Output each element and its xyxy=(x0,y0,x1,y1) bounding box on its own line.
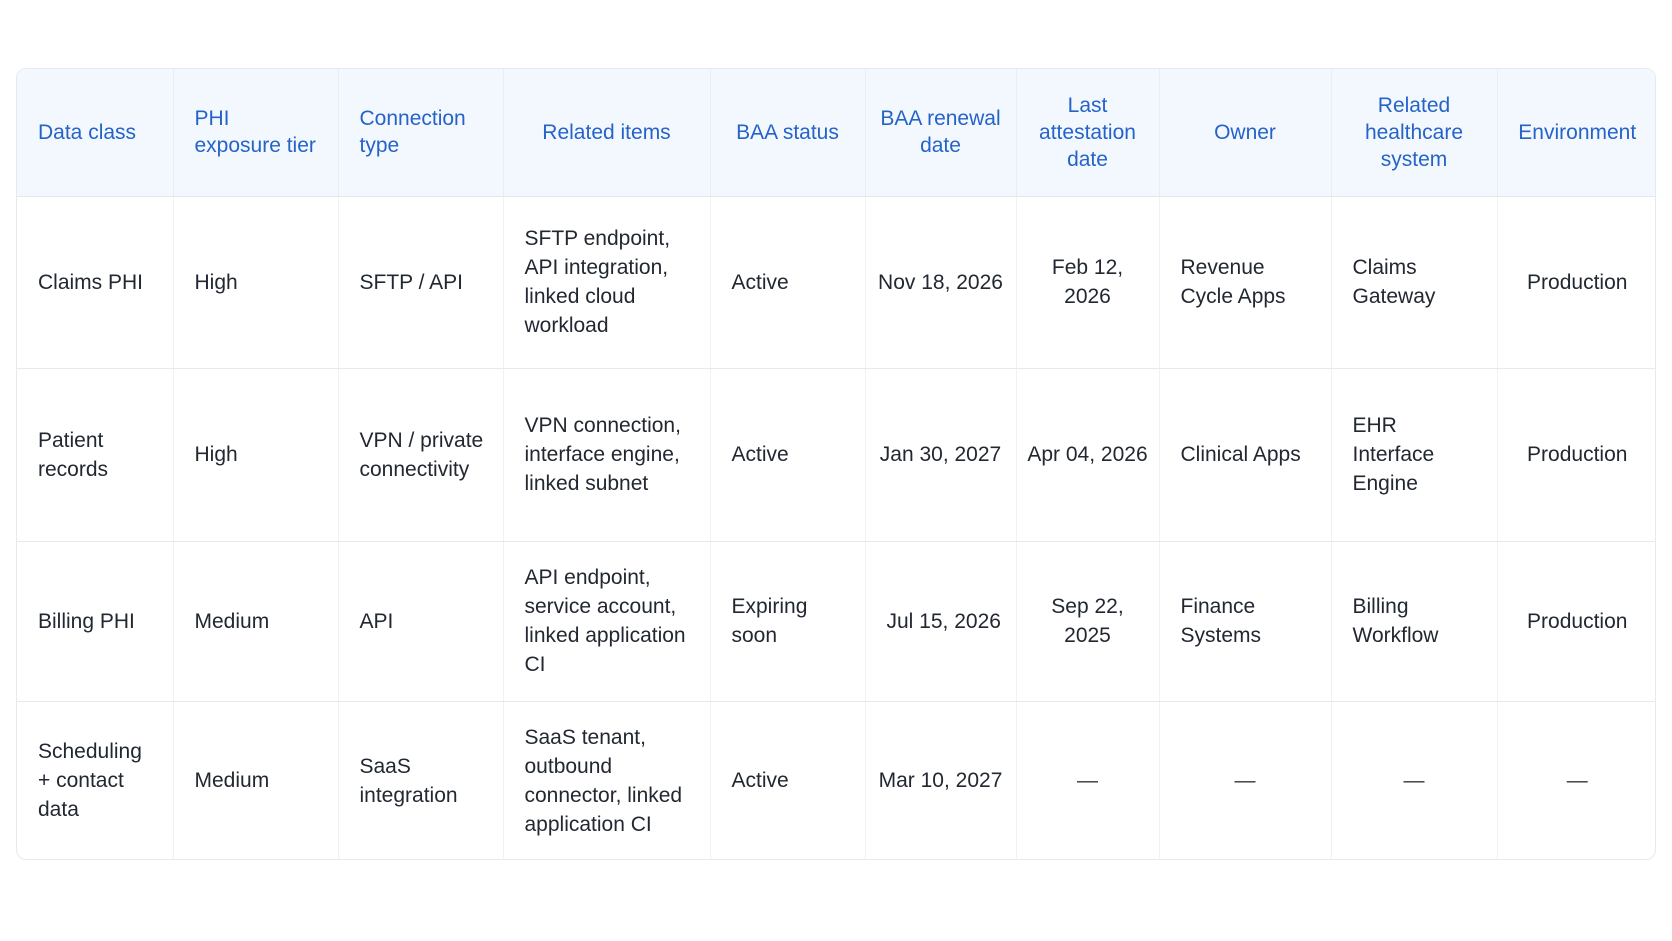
cell-environment: — xyxy=(1566,769,1588,792)
cell-baa-status: Active xyxy=(710,196,866,370)
cell-phi-exposure-tier: High xyxy=(173,368,339,542)
cell-environment: Production xyxy=(1497,541,1655,703)
cell-connection-type: VPN / private connectivity xyxy=(338,368,504,542)
cell-baa-renewal-date: Nov 18, 2026 xyxy=(865,196,1017,370)
table-row[interactable]: Billing PHI Medium API API endpoint, ser… xyxy=(17,541,1655,703)
column-header-connection-type[interactable]: Connection type xyxy=(338,69,504,197)
cell-last-attestation-date: Apr 04, 2026 xyxy=(1016,368,1160,542)
cell-related-healthcare-system: Claims Gateway xyxy=(1331,196,1498,370)
column-header-related-items[interactable]: Related items xyxy=(503,69,711,197)
baa-data-table: Data class PHI exposure tier Connection … xyxy=(16,68,1656,860)
cell-baa-status: Active xyxy=(710,368,866,542)
column-header-owner[interactable]: Owner xyxy=(1159,69,1332,197)
data-table: Data class PHI exposure tier Connection … xyxy=(17,69,1655,859)
cell-last-attestation-date: — xyxy=(1016,701,1160,859)
column-header-data-class[interactable]: Data class xyxy=(17,69,174,197)
cell-data-class: Claims PHI xyxy=(17,196,174,370)
cell-environment: Production xyxy=(1497,196,1655,370)
cell-data-class: Scheduling + contact data xyxy=(17,701,174,859)
cell-related-items: API endpoint, service account, linked ap… xyxy=(503,541,711,703)
column-header-phi-exposure-tier[interactable]: PHI exposure tier xyxy=(173,69,339,197)
cell-baa-status: Active xyxy=(710,701,866,859)
cell-last-attestation-date: Feb 12, 2026 xyxy=(1016,196,1160,370)
cell-owner: Finance Systems xyxy=(1159,541,1332,703)
table-row[interactable]: Claims PHI High SFTP / API SFTP endpoint… xyxy=(17,196,1655,370)
column-header-environment[interactable]: Environment xyxy=(1497,69,1655,197)
cell-connection-type: API xyxy=(338,541,504,703)
column-header-baa-status[interactable]: BAA status xyxy=(710,69,866,197)
cell-connection-type: SaaS integration xyxy=(338,701,504,859)
cell-data-class: Billing PHI xyxy=(17,541,174,703)
cell-related-healthcare-system: — xyxy=(1331,701,1498,859)
cell-last-attestation-date: Sep 22, 2025 xyxy=(1016,541,1160,703)
cell-owner: Revenue Cycle Apps xyxy=(1159,196,1332,370)
cell-owner: Clinical Apps xyxy=(1159,368,1332,542)
cell-related-items: SaaS tenant, outbound connector, linked … xyxy=(503,701,711,859)
cell-phi-exposure-tier: Medium xyxy=(173,541,339,703)
cell-phi-exposure-tier: Medium xyxy=(173,701,339,859)
cell-phi-exposure-tier: High xyxy=(173,196,339,370)
cell-connection-type: SFTP / API xyxy=(338,196,504,370)
cell-baa-renewal-date: Jan 30, 2027 xyxy=(865,368,1017,542)
cell-related-items: VPN connection, interface engine, linked… xyxy=(503,368,711,542)
cell-related-healthcare-system: Billing Workflow xyxy=(1331,541,1498,703)
cell-baa-renewal-date: Jul 15, 2026 xyxy=(865,541,1017,703)
cell-related-healthcare-system: EHR Interface Engine xyxy=(1331,368,1498,542)
column-header-last-attestation-date[interactable]: Last attestation date xyxy=(1016,69,1160,197)
table-header-row: Data class PHI exposure tier Connection … xyxy=(17,69,1655,197)
cell-data-class: Patient records xyxy=(17,368,174,542)
cell-environment: Production xyxy=(1497,368,1655,542)
column-header-related-healthcare-system[interactable]: Related healthcare system xyxy=(1331,69,1498,197)
cell-baa-status: Expiring soon xyxy=(710,541,866,703)
cell-related-items: SFTP endpoint, API integration, linked c… xyxy=(503,196,711,370)
cell-owner: — xyxy=(1159,701,1332,859)
table-row[interactable]: Scheduling + contact data Medium SaaS in… xyxy=(17,701,1655,859)
cell-baa-renewal-date: Mar 10, 2027 xyxy=(865,701,1017,859)
table-row[interactable]: Patient records High VPN / private conne… xyxy=(17,368,1655,542)
column-header-baa-renewal-date[interactable]: BAA renewal date xyxy=(865,69,1017,197)
